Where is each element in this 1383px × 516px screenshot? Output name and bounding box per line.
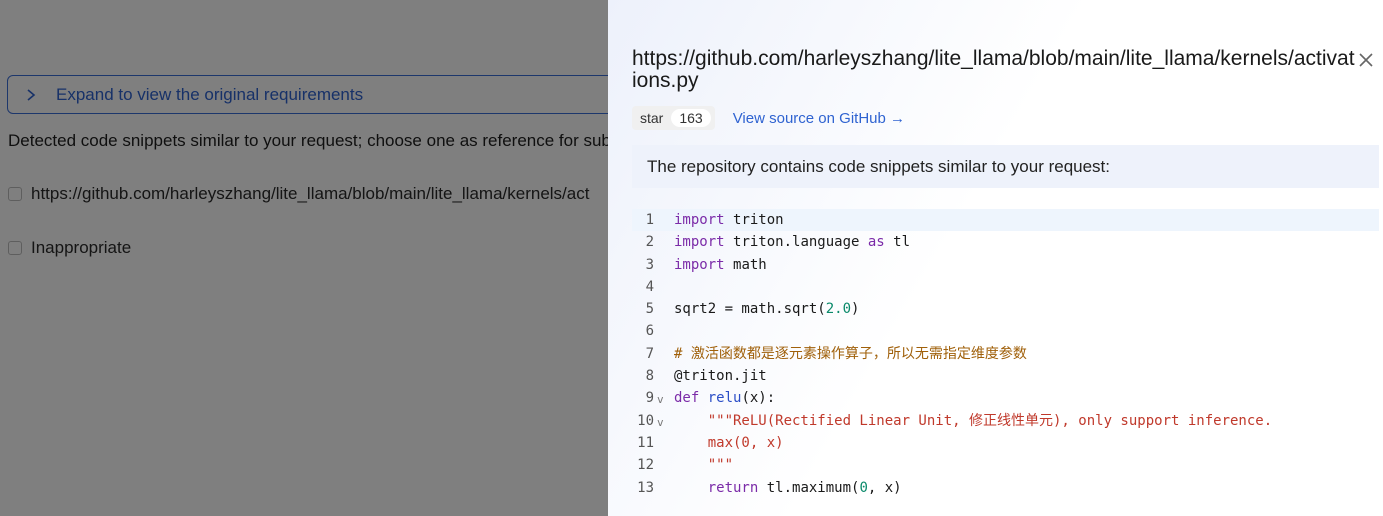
line-number: 1 xyxy=(645,212,654,228)
code-text: @triton.jit xyxy=(674,368,767,385)
line-number: 11 xyxy=(637,434,654,451)
view-source-link[interactable]: View source on GitHub → xyxy=(733,110,905,127)
code-line: 3 import math xyxy=(632,254,1379,276)
code-line: 4 xyxy=(632,276,1379,298)
code-line: 7 # 激活函数都是逐元素操作算子，所以无需指定维度参数 xyxy=(632,343,1379,365)
code-line: 11 max(0, x) xyxy=(632,432,1379,454)
code-line: 10 v """ReLU(Rectified Linear Unit, 修正线性单… xyxy=(632,410,1379,432)
line-number: 10 xyxy=(637,412,654,429)
code-line: 1 import triton xyxy=(632,209,1379,232)
notice-text: The repository contains code snippets si… xyxy=(647,156,1111,176)
star-badge: star 163 xyxy=(632,106,715,130)
line-number: 7 xyxy=(645,345,654,362)
line-number: 8 xyxy=(645,368,654,385)
code-text: import triton xyxy=(674,212,784,228)
line-number: 3 xyxy=(645,256,654,273)
code-line: 12 """ xyxy=(632,454,1379,476)
code-text: sqrt2 = math.sqrt(2.0) xyxy=(674,301,860,318)
similar-snippets-notice: The repository contains code snippets si… xyxy=(632,145,1379,188)
star-label: star xyxy=(640,110,664,126)
line-number: 9 xyxy=(645,390,654,407)
line-number: 12 xyxy=(637,457,654,474)
code-text: import triton.language as tl xyxy=(674,234,911,251)
code-line: 9 v def relu(x): xyxy=(632,387,1379,409)
line-number: 13 xyxy=(637,479,654,496)
code-text: max(0, x) xyxy=(674,434,784,451)
drawer-title: https://github.com/harleyszhang/lite_lla… xyxy=(632,47,1355,92)
line-number: 6 xyxy=(645,323,654,340)
code-line: 6 xyxy=(632,320,1379,342)
code-text: import math xyxy=(674,256,767,273)
code-line: 13 return tl.maximum(0, x) xyxy=(632,477,1379,499)
fold-chevron-icon[interactable]: v xyxy=(657,389,664,411)
close-icon[interactable] xyxy=(1358,52,1376,70)
code-text: """ xyxy=(674,457,734,474)
code-text: return tl.maximum(0, x) xyxy=(674,479,902,496)
snippet-drawer: https://github.com/harleyszhang/lite_lla… xyxy=(608,0,1383,516)
line-number: 2 xyxy=(645,234,654,251)
line-number: 5 xyxy=(645,301,654,318)
line-number: 4 xyxy=(645,278,654,295)
code-line: 2 import triton.language as tl xyxy=(632,231,1379,253)
code-text: def relu(x): xyxy=(674,390,776,407)
code-viewer[interactable]: 1 import triton 2 import triton.language as… xyxy=(632,209,1379,499)
code-text: # 激活函数都是逐元素操作算子，所以无需指定维度参数 xyxy=(674,345,1027,362)
code-text: """ReLU(Rectified Linear Unit, 修正线性单元), … xyxy=(674,412,1273,429)
star-count: 163 xyxy=(671,109,711,127)
repo-meta: star 163 View source on GitHub → xyxy=(632,106,905,130)
fold-chevron-icon[interactable]: v xyxy=(657,412,664,434)
code-line: 8 @triton.jit xyxy=(632,365,1379,387)
code-line: 5 sqrt2 = math.sqrt(2.0) xyxy=(632,298,1379,320)
